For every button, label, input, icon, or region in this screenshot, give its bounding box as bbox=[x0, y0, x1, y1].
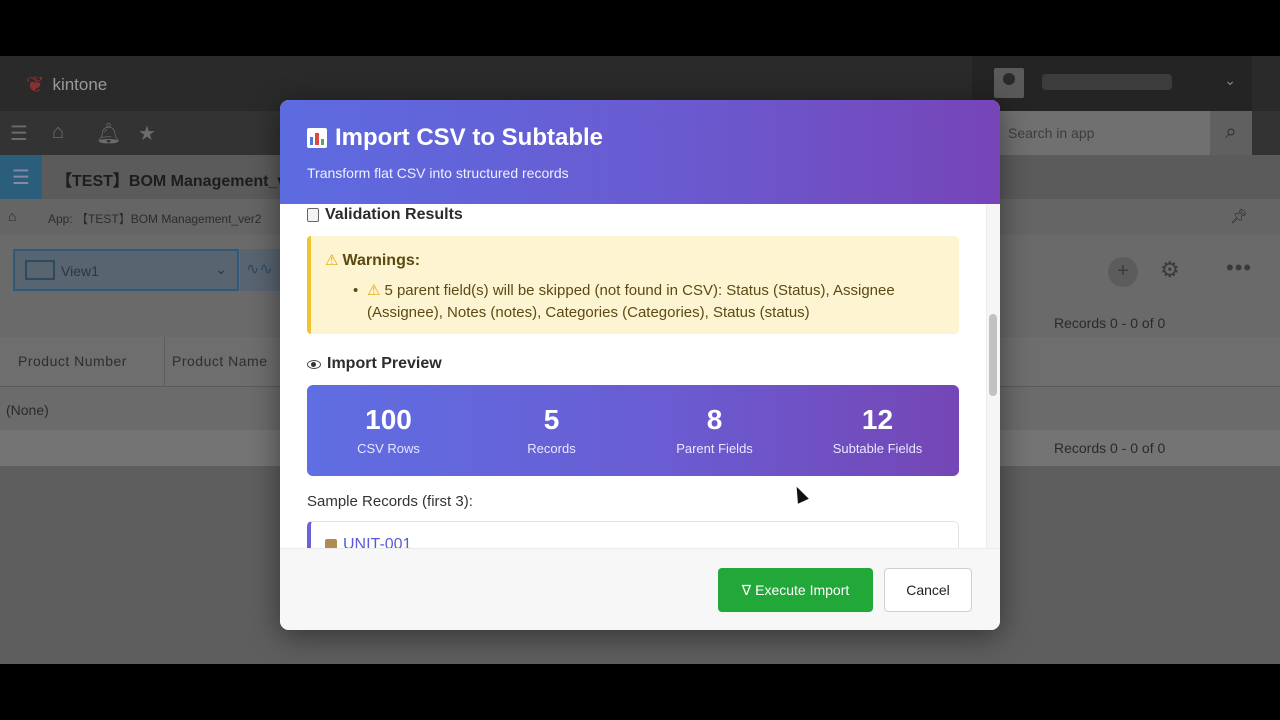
stat-label: Records bbox=[527, 441, 576, 456]
stat-parent-fields: 8 Parent Fields bbox=[633, 385, 796, 476]
warning-icon: ⚠ bbox=[367, 282, 381, 299]
stat-label: Parent Fields bbox=[676, 441, 753, 456]
stat-value: 5 bbox=[543, 404, 560, 435]
app-list-icon[interactable]: ☰ bbox=[0, 155, 42, 199]
eye-icon bbox=[307, 359, 321, 369]
dialog-subtitle: Transform flat CSV into structured recor… bbox=[307, 165, 569, 181]
validation-results-heading: Validation Results bbox=[307, 206, 463, 224]
stat-value: 12 bbox=[861, 404, 894, 435]
home-icon[interactable]: ⌂ bbox=[8, 208, 16, 224]
menu-icon[interactable]: ☰ bbox=[10, 121, 28, 146]
stat-label: CSV Rows bbox=[357, 441, 420, 456]
column-header-product-name[interactable]: Product Name bbox=[172, 353, 267, 369]
star-icon[interactable]: ★ bbox=[138, 121, 156, 146]
gear-icon[interactable]: ⚙ bbox=[1160, 257, 1180, 283]
dialog-footer: ∇ Execute Import Cancel bbox=[280, 548, 1000, 630]
sample-record-id: UNIT-001 bbox=[343, 536, 412, 548]
search-input[interactable]: Search in app bbox=[1000, 111, 1210, 155]
import-preview-title-text: Import Preview bbox=[327, 355, 442, 372]
preview-stats: 100 CSV Rows 5 Records 8 Parent Fields 1… bbox=[307, 385, 959, 476]
import-preview-heading: Import Preview bbox=[307, 355, 442, 373]
bar-chart-icon bbox=[307, 128, 327, 148]
warning-item: ⚠5 parent field(s) will be skipped (not … bbox=[353, 280, 947, 324]
user-name-blurred bbox=[1042, 74, 1172, 90]
stat-subtable-fields: 12 Subtable Fields bbox=[796, 385, 959, 476]
check-icon: ∇ bbox=[741, 581, 752, 598]
stat-value: 100 bbox=[365, 404, 412, 435]
records-summary-bottom: Records 0 - 0 of 0 bbox=[1054, 440, 1166, 456]
warning-icon: ⚠ bbox=[325, 252, 339, 269]
package-icon bbox=[325, 539, 337, 548]
column-header-product-number[interactable]: Product Number bbox=[18, 353, 127, 369]
column-divider bbox=[164, 337, 165, 387]
table-view-icon bbox=[25, 260, 55, 280]
user-menu[interactable]: ⌄ bbox=[972, 56, 1252, 111]
stat-value: 8 bbox=[706, 404, 723, 435]
pin-icon[interactable]: 📌︎ bbox=[1230, 208, 1248, 225]
avatar bbox=[994, 68, 1024, 98]
sample-record-card: UNIT-001 bbox=[307, 521, 959, 548]
cancel-button[interactable]: Cancel bbox=[884, 568, 972, 612]
home-icon[interactable]: ⌂ bbox=[52, 121, 64, 144]
execute-import-label: Execute Import bbox=[755, 582, 850, 598]
sample-record-title: UNIT-001 bbox=[325, 536, 411, 548]
sample-records-heading: Sample Records (first 3): bbox=[307, 493, 473, 510]
validation-title-text: Validation Results bbox=[325, 206, 463, 223]
clipboard-icon bbox=[307, 208, 319, 222]
search-icon[interactable]: ⌕ bbox=[1210, 111, 1252, 155]
stat-label: Subtable Fields bbox=[832, 441, 923, 456]
execute-import-button[interactable]: ∇ Execute Import bbox=[718, 568, 873, 612]
app-window: ❦ kintone ⌄ ☰ ⌂ 🔔︎ ★ Search in app ⌕ ☰ 【… bbox=[0, 56, 1280, 664]
scrollbar-thumb[interactable] bbox=[989, 314, 997, 396]
breadcrumb-app[interactable]: App: 【TEST】BOM Management_ver2 bbox=[48, 210, 261, 227]
view-selector[interactable]: View1 ⌄ bbox=[13, 249, 239, 291]
dialog-scrollbar[interactable] bbox=[986, 204, 1000, 548]
brand-name: kintone bbox=[52, 75, 108, 94]
warnings-title-text: Warnings: bbox=[342, 252, 421, 269]
records-summary: Records 0 - 0 of 0 bbox=[1054, 315, 1166, 331]
kintone-logo[interactable]: ❦ kintone bbox=[26, 72, 107, 98]
chevron-down-icon[interactable]: ⌄ bbox=[1224, 72, 1236, 89]
dialog-title: Import CSV to Subtable bbox=[307, 124, 603, 152]
bell-icon[interactable]: 🔔︎ bbox=[96, 121, 121, 146]
more-options-icon[interactable]: ••• bbox=[1226, 255, 1252, 281]
chevron-down-icon: ⌄ bbox=[215, 261, 227, 277]
dialog-title-text: Import CSV to Subtable bbox=[335, 124, 604, 151]
app-title: 【TEST】BOM Management_v bbox=[56, 173, 287, 190]
dialog-body[interactable]: Validation Results ⚠Warnings: ⚠5 parent … bbox=[280, 204, 1000, 548]
warnings-panel: ⚠Warnings: ⚠5 parent field(s) will be sk… bbox=[307, 236, 959, 334]
dialog-header: Import CSV to Subtable Transform flat CS… bbox=[280, 100, 1000, 204]
empty-row: (None) bbox=[6, 402, 49, 418]
warning-text: 5 parent field(s) will be skipped (not f… bbox=[367, 282, 895, 321]
stat-csv-rows: 100 CSV Rows bbox=[307, 385, 470, 476]
stat-records: 5 Records bbox=[470, 385, 633, 476]
graph-icon[interactable]: ∿∿ bbox=[240, 249, 280, 291]
warnings-heading: ⚠ Warnings: bbox=[325, 251, 420, 270]
view-name: View1 bbox=[61, 263, 99, 279]
import-csv-dialog: Import CSV to Subtable Transform flat CS… bbox=[280, 100, 1000, 630]
kintone-logo-icon: ❦ bbox=[26, 72, 45, 97]
add-record-button[interactable]: + bbox=[1108, 257, 1138, 287]
